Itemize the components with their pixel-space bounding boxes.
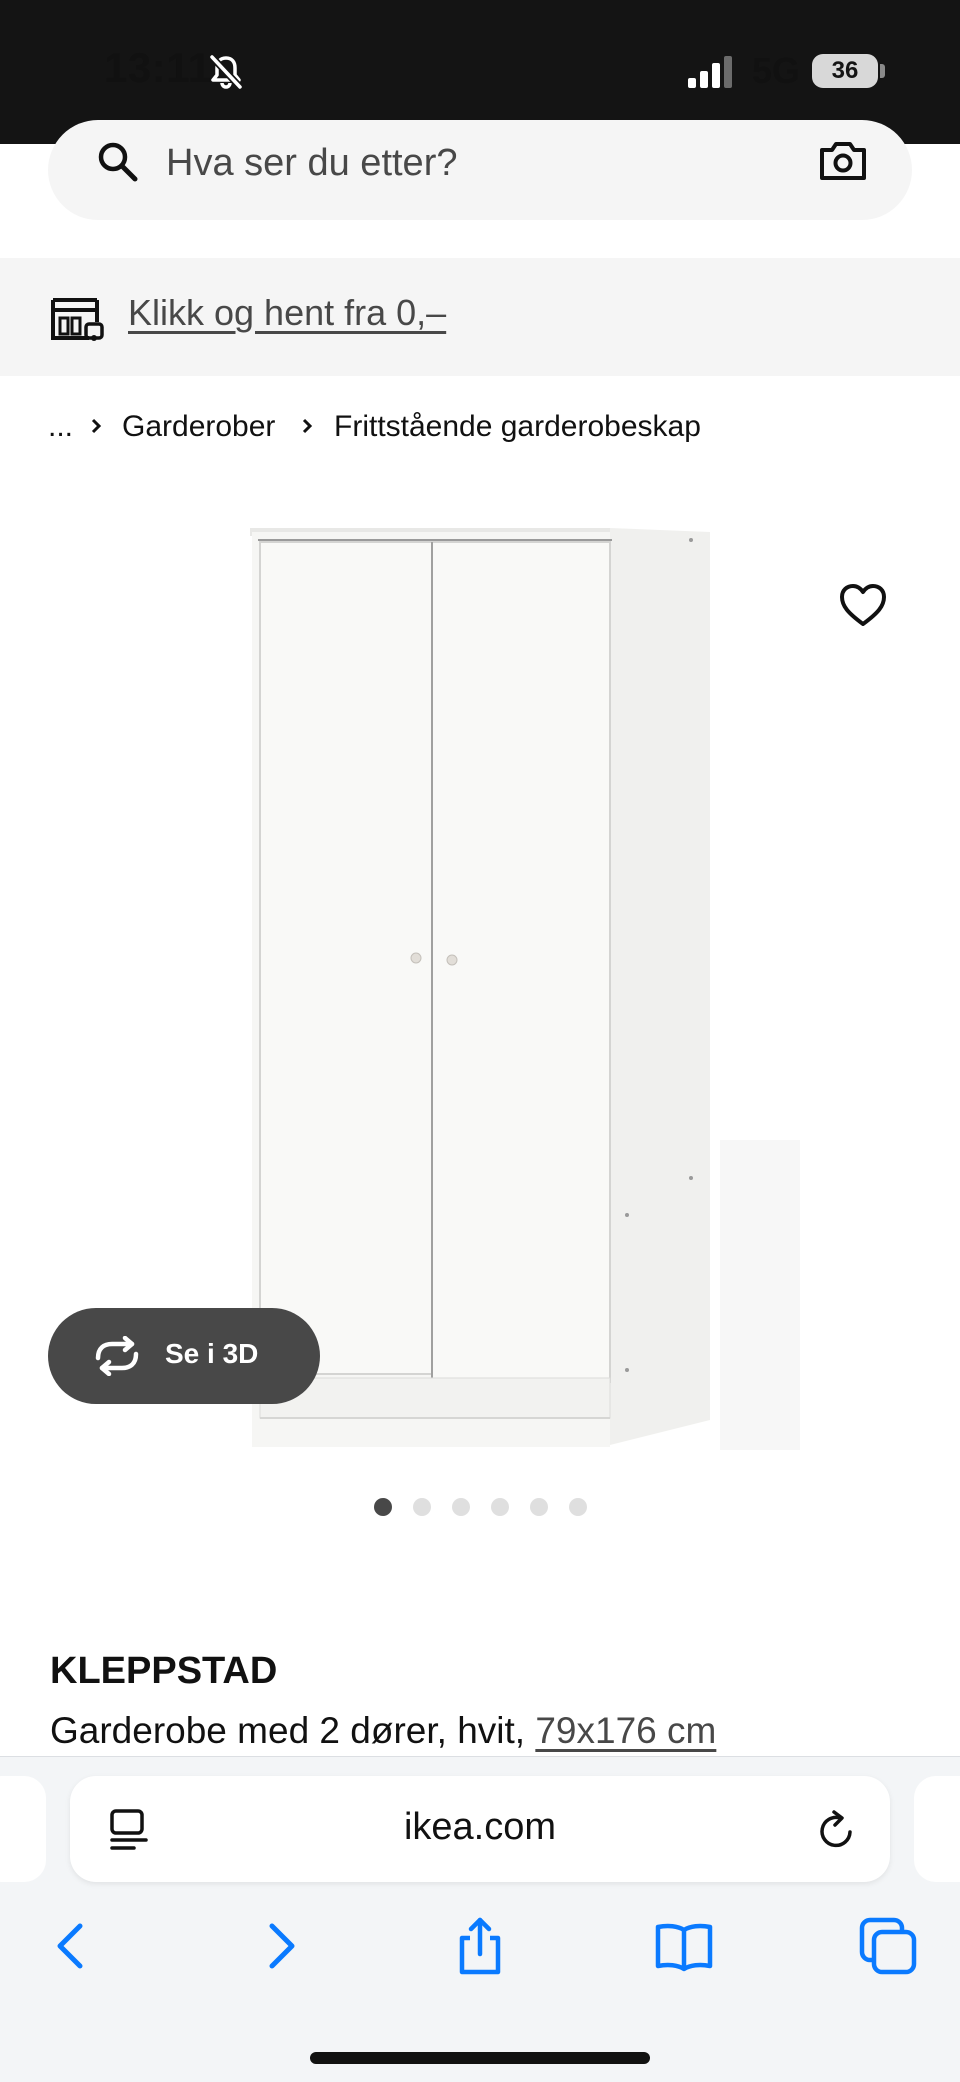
product-description: Garderobe med 2 dører, hvit, 79x176 cm [50, 1710, 716, 1752]
status-time: 13:11 [104, 44, 212, 91]
product-description-text: Garderobe med 2 dører, hvit, [50, 1710, 536, 1751]
url-text[interactable]: ikea.com [380, 1806, 580, 1849]
carousel-dot[interactable] [374, 1498, 392, 1516]
chevron-right-icon [91, 418, 102, 434]
network-type: 5G [752, 50, 801, 91]
camera-icon[interactable] [818, 138, 868, 182]
carousel-dot[interactable] [413, 1498, 431, 1516]
reload-icon[interactable] [814, 1808, 858, 1854]
search-input[interactable]: Hva ser du etter? [166, 142, 457, 185]
page-menu-icon[interactable] [108, 1808, 150, 1852]
home-indicator[interactable] [310, 2052, 650, 2064]
carousel-dot[interactable] [452, 1498, 470, 1516]
product-name: KLEPPSTAD [50, 1650, 278, 1692]
share-icon[interactable] [450, 1916, 510, 1976]
carousel-dot[interactable] [530, 1498, 548, 1516]
product-size-link[interactable]: 79x176 cm [535, 1710, 716, 1751]
battery-indicator: 36 [812, 54, 878, 88]
breadcrumb-ellipsis[interactable]: ... [48, 410, 73, 444]
carousel-dot[interactable] [491, 1498, 509, 1516]
heart-icon[interactable] [838, 582, 888, 628]
previous-tab-preview[interactable] [0, 1776, 46, 1882]
battery-tip [880, 64, 885, 78]
chevron-right-icon [302, 418, 313, 434]
breadcrumb-frittstaende[interactable]: Frittstående garderobeskap [334, 410, 701, 444]
cellular-signal-icon [688, 56, 732, 88]
next-tab-preview[interactable] [914, 1776, 960, 1882]
view-3d-label: Se i 3D [165, 1338, 259, 1369]
click-collect-link[interactable]: Klikk og hent fra 0,– [128, 292, 446, 334]
breadcrumb-garderober[interactable]: Garderober [122, 410, 275, 444]
back-icon[interactable] [42, 1916, 102, 1976]
bell-slash-icon [209, 54, 243, 90]
carousel-dot[interactable] [569, 1498, 587, 1516]
search-icon[interactable] [96, 140, 138, 182]
tabs-icon[interactable] [858, 1916, 918, 1976]
forward-icon[interactable] [250, 1916, 310, 1976]
rotate-3d-icon [95, 1336, 139, 1376]
store-icon [51, 298, 104, 341]
battery-level: 36 [831, 57, 859, 84]
bookmarks-icon[interactable] [654, 1916, 714, 1976]
